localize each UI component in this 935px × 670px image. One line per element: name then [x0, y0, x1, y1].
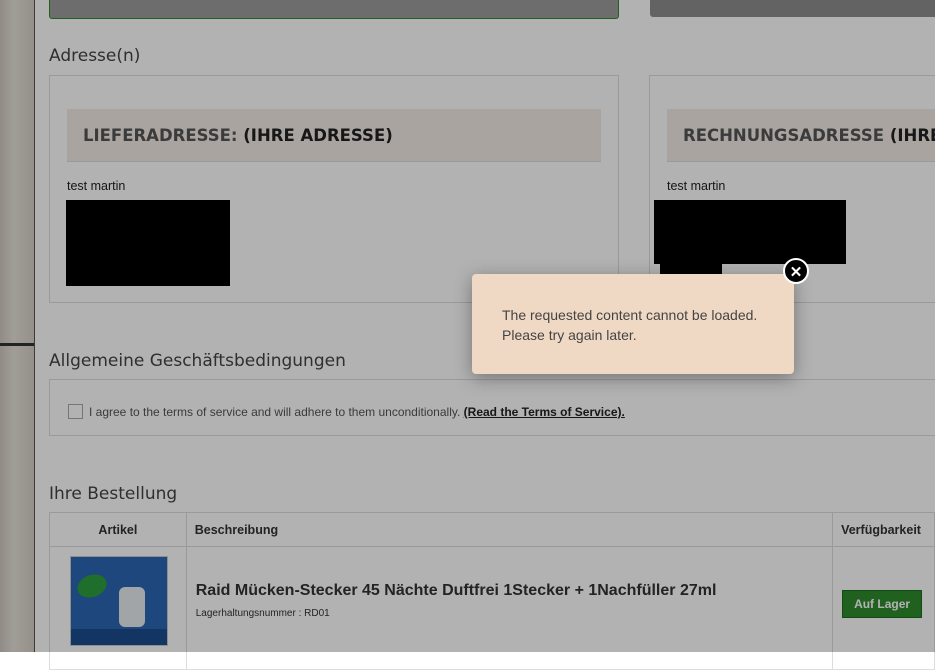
error-modal: The requested content cannot be loaded. …: [472, 258, 809, 374]
modal-overlay[interactable]: [0, 0, 935, 652]
modal-message-line1: The requested content cannot be loaded.: [502, 307, 758, 323]
close-icon[interactable]: ✕: [783, 258, 809, 284]
modal-message-line2: Please try again later.: [502, 327, 637, 343]
